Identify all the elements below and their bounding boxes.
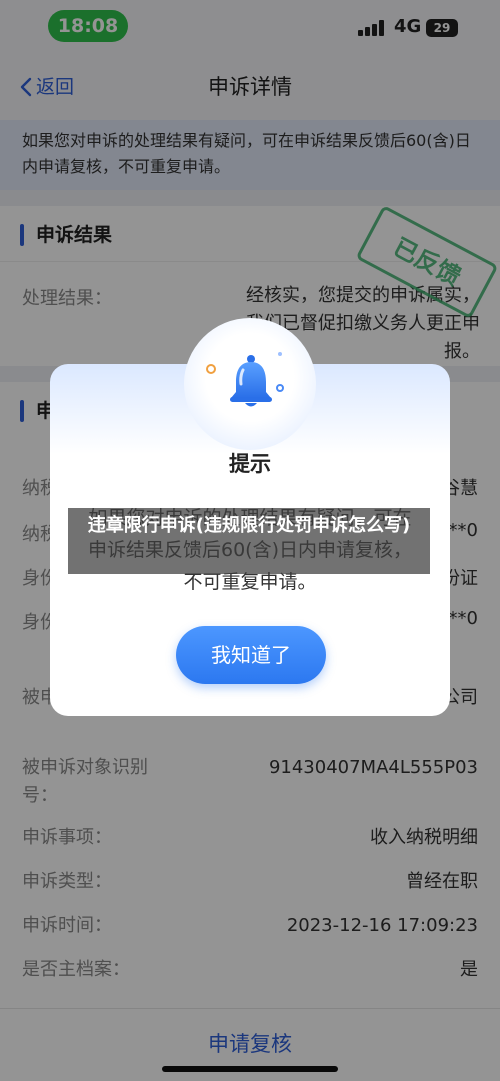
acknowledge-button[interactable]: 我知道了 [176, 626, 326, 684]
decor-dot [206, 364, 216, 374]
bell-icon [230, 355, 272, 407]
decor-dot [276, 384, 284, 392]
decor-dot [278, 352, 282, 356]
dialog-title: 提示 [229, 452, 271, 476]
caption-banner: 违章限行申诉(违规限行处罚申诉怎么写) [68, 508, 430, 574]
